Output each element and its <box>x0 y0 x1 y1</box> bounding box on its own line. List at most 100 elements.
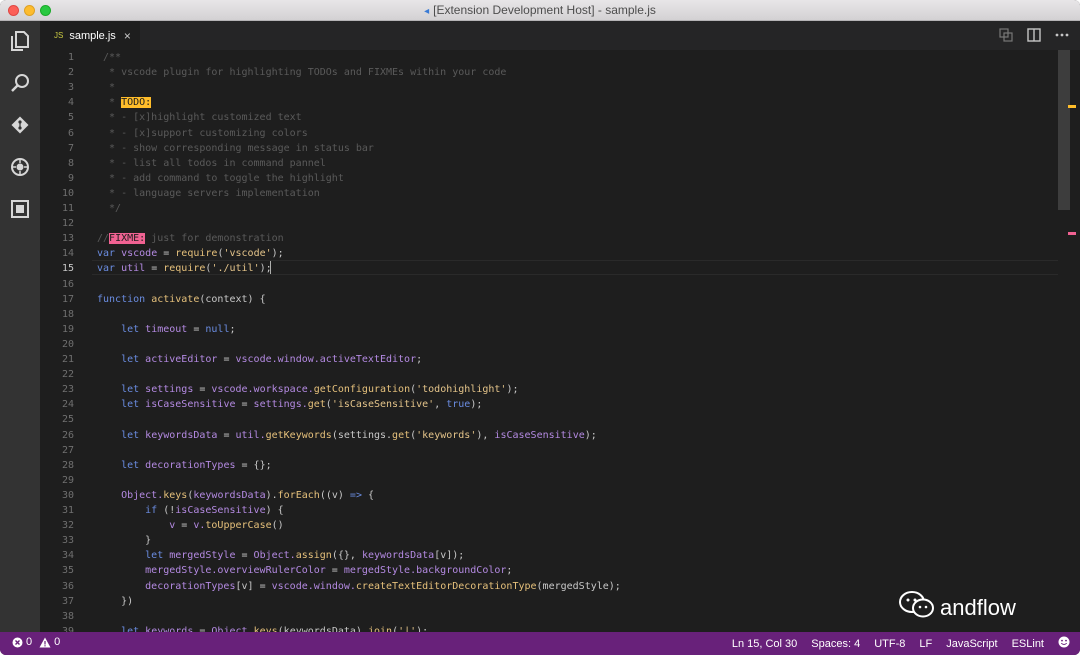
file-encoding[interactable]: UTF-8 <box>874 638 905 650</box>
code-token: 'isCaseSensitive' <box>331 399 435 411</box>
code-token: keywordsData <box>193 489 266 501</box>
code-token: keys <box>163 489 188 501</box>
indentation[interactable]: Spaces: 4 <box>811 638 860 650</box>
language-mode[interactable]: JavaScript <box>946 638 997 650</box>
line-number: 23 <box>61 384 74 396</box>
code-line: * <box>97 80 115 95</box>
code-token: = <box>175 520 194 532</box>
code-line: let settings = vscode.workspace.getConfi… <box>97 382 518 397</box>
open-changes-icon[interactable] <box>998 27 1014 43</box>
vertical-scrollbar[interactable] <box>1058 50 1076 632</box>
code-token: let <box>97 384 146 396</box>
code-token: ) { <box>265 505 284 516</box>
code-line: let activeEditor = vscode.window.activeT… <box>97 352 422 367</box>
extensions-icon[interactable] <box>8 197 32 221</box>
problems-indicator[interactable]: 0 0 <box>12 636 60 648</box>
code-token: (settings. <box>331 429 393 441</box>
code-token: createTextEditorDecorationType <box>355 580 537 592</box>
warning-icon <box>39 637 51 647</box>
tab-sample-js[interactable]: JS sample.js × <box>40 21 140 50</box>
code-token: getKeywords <box>265 429 332 441</box>
search-icon[interactable] <box>8 71 32 95</box>
line-number: 16 <box>61 278 74 290</box>
code-token: just for demonstration <box>145 233 284 245</box>
end-of-line[interactable]: LF <box>919 638 932 650</box>
tab-label: sample.js <box>69 29 116 42</box>
code-token: require <box>175 248 218 260</box>
code-token: * - list all todos in command pannel <box>97 157 326 169</box>
git-icon[interactable] <box>8 113 32 137</box>
split-editor-icon[interactable] <box>1026 27 1042 43</box>
line-number: 4 <box>67 97 74 109</box>
code-token: 'todohighlight' <box>416 384 507 396</box>
scrollbar-thumb[interactable] <box>1058 50 1070 210</box>
code-token: v. <box>193 520 206 532</box>
line-number: 17 <box>61 293 74 305</box>
line-number: 2 <box>67 67 74 79</box>
code-token: if <box>97 505 164 516</box>
code-line: function activate(context) { <box>97 292 266 307</box>
line-number: 39 <box>61 625 74 632</box>
code-token: = {}; <box>235 459 272 471</box>
code-token: mergedStyle <box>169 550 236 562</box>
line-number: 12 <box>61 218 74 230</box>
line-number: 8 <box>67 157 74 169</box>
code-line: let keywordsData = util.getKeywords(sett… <box>97 428 597 443</box>
code-token: = <box>193 384 212 396</box>
overview-ruler-todo-mark <box>1068 105 1076 108</box>
code-token: // <box>97 233 110 245</box>
code-token: mergedStyle.backgroundColor <box>343 565 507 577</box>
code-token: ((v) <box>319 489 350 501</box>
code-token: isCaseSensitive <box>494 429 585 441</box>
code-token: mergedStyle.overviewRulerColor <box>97 565 326 577</box>
code-line: let isCaseSensitive = settings.get('isCa… <box>97 397 482 412</box>
code-area[interactable]: /** * vscode plugin for highlighting TOD… <box>97 50 1057 632</box>
code-token: let <box>97 429 146 441</box>
line-number: 35 <box>61 565 74 577</box>
line-number: 13 <box>61 233 74 245</box>
line-number: 28 <box>61 459 74 471</box>
more-icon[interactable] <box>1054 27 1070 43</box>
line-number: 14 <box>61 248 74 260</box>
code-line: * - language servers implementation <box>97 186 320 201</box>
line-number: 24 <box>61 399 74 411</box>
js-file-icon: JS <box>54 31 64 40</box>
code-token: = <box>145 263 164 275</box>
code-token: var <box>97 263 122 275</box>
code-token: isCaseSensitive <box>175 505 266 516</box>
code-token: util <box>121 263 146 275</box>
line-number: 1 <box>67 52 74 63</box>
code-editor[interactable]: 1 2 3 4 5 6 7 8 9 10 11 12 13 14 15 16 17 18 19 20 21 22 23 24 2… <box>40 50 1080 632</box>
smiley-icon[interactable] <box>1058 636 1070 651</box>
code-token: * - add command to toggle the highlight <box>97 172 344 184</box>
code-token: () <box>271 520 284 532</box>
line-number: 32 <box>61 520 74 532</box>
code-token: assign <box>295 550 332 562</box>
line-number: 7 <box>67 142 74 154</box>
debug-icon[interactable] <box>8 155 32 179</box>
code-line: * vscode plugin for highlighting TODOs a… <box>97 65 506 80</box>
line-number: 31 <box>61 505 74 516</box>
line-number: 15 <box>61 263 74 275</box>
code-token: let <box>97 323 146 335</box>
linter-status[interactable]: ESLint <box>1012 638 1044 650</box>
explorer-icon[interactable] <box>8 29 32 53</box>
fixme-highlight: FIXME: <box>109 233 146 245</box>
code-line: let timeout = null; <box>97 322 235 337</box>
code-token: ). <box>265 489 278 501</box>
cursor-position[interactable]: Ln 15, Col 30 <box>732 638 797 650</box>
code-token: ); <box>506 384 519 396</box>
code-token: { <box>361 489 375 501</box>
line-number: 3 <box>67 82 74 94</box>
window-title: ◂ [Extension Development Host] - sample.j… <box>424 3 656 17</box>
code-token: = <box>157 248 176 260</box>
close-icon[interactable]: × <box>124 29 131 43</box>
watermark: andflow <box>898 590 1016 625</box>
watermark-text: andflow <box>940 594 1016 620</box>
line-number: 30 <box>61 489 74 501</box>
line-number: 25 <box>61 414 74 426</box>
code-token: Object. <box>253 550 296 562</box>
code-token: * - [x]highlight customized text <box>97 112 302 124</box>
line-number: 10 <box>61 187 74 199</box>
code-line: //FIXME: just for demonstration <box>97 231 284 246</box>
